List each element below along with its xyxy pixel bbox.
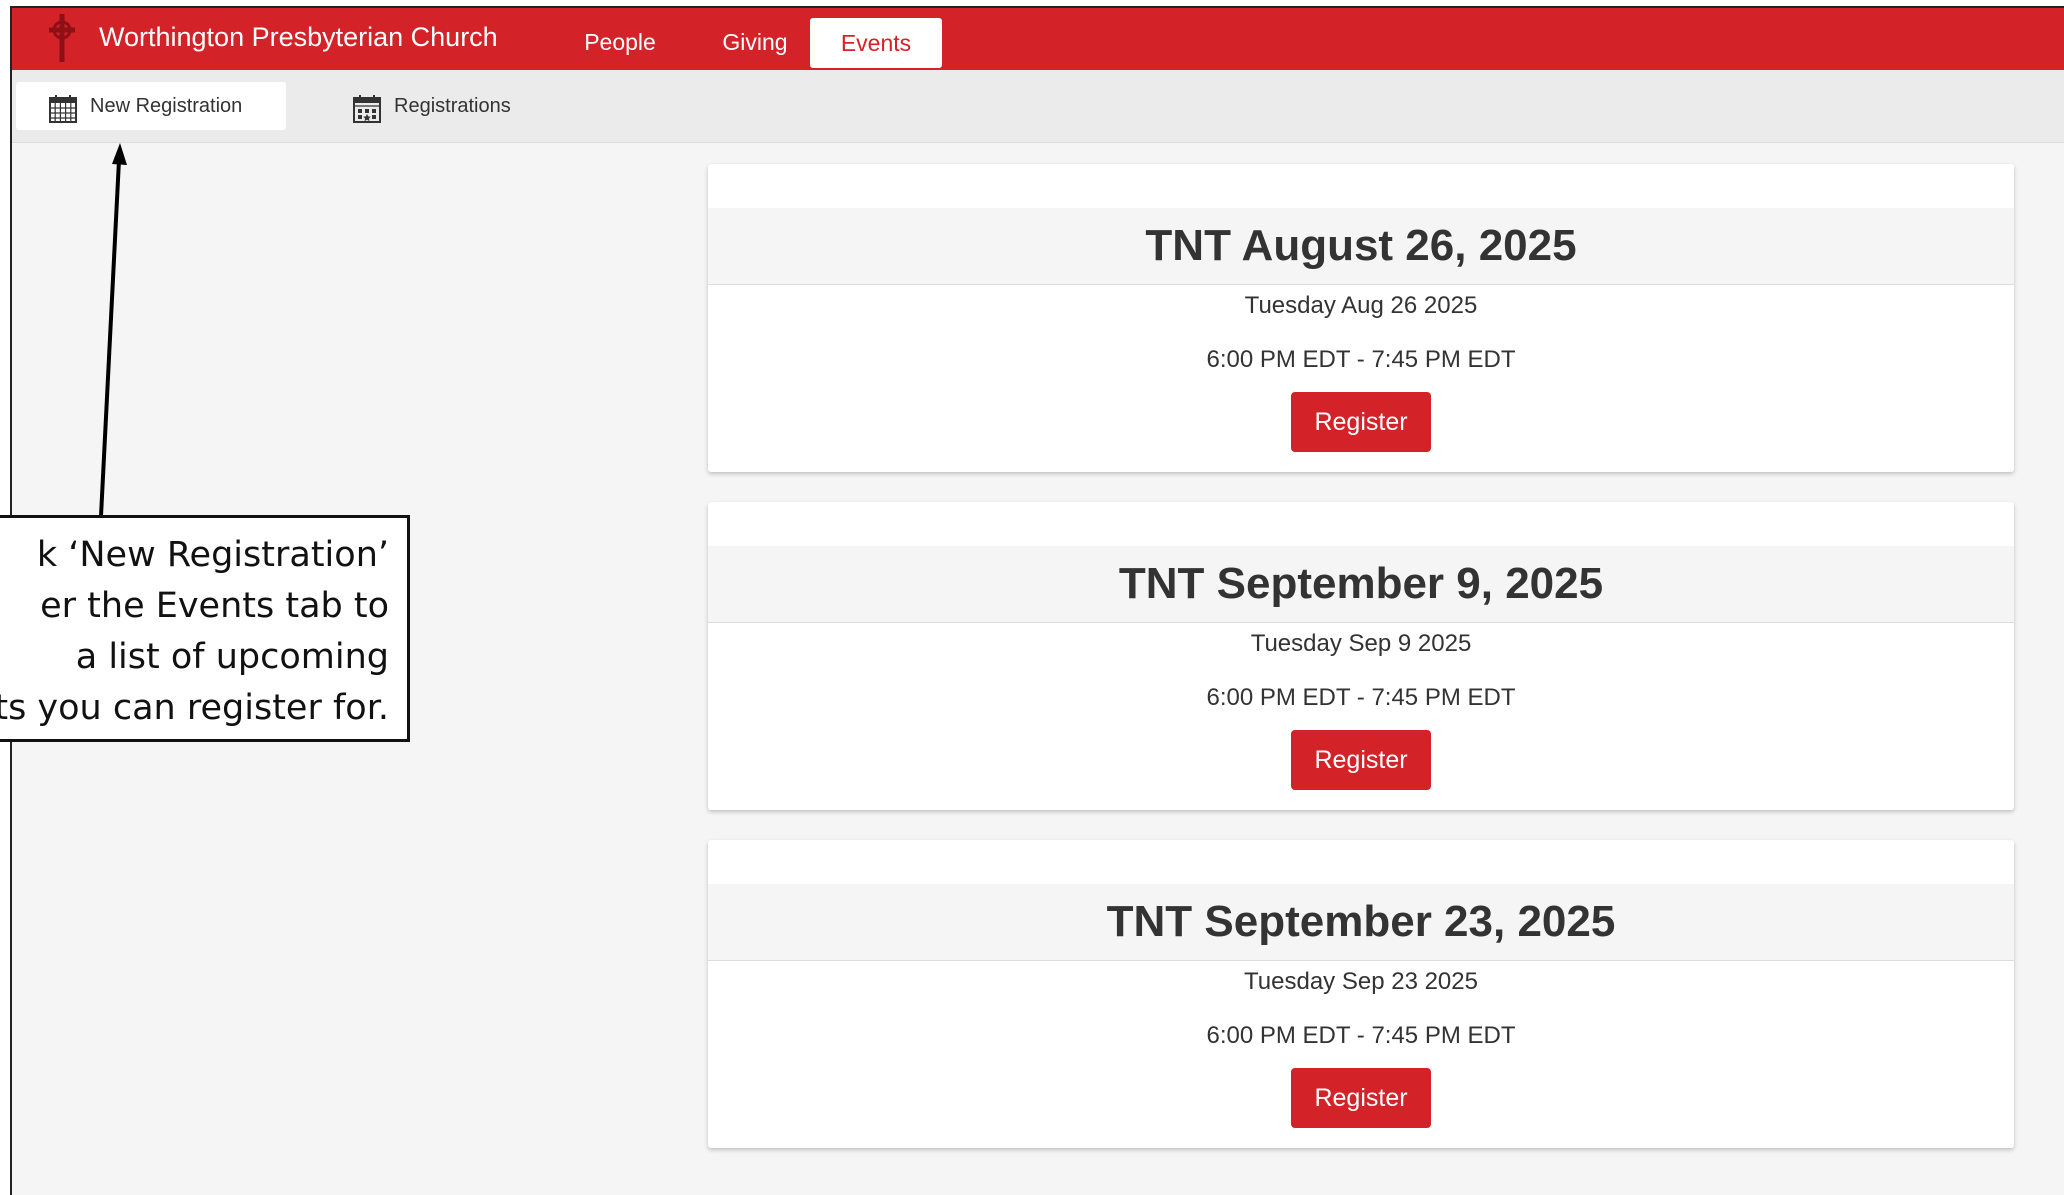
top-navigation-bar: Worthington Presbyterian Church People G… [12, 8, 2064, 70]
subnav-registrations[interactable]: Registrations [332, 82, 582, 130]
subnav-new-registration[interactable]: New Registration [16, 82, 286, 130]
calendar-event-icon [353, 95, 381, 123]
callout-line: ts you can register for. [0, 688, 389, 728]
event-date: Tuesday Sep 9 2025 [1250, 630, 1472, 657]
event-title: TNT September 9, 2025 [1118, 559, 1604, 608]
subnav-label: Registrations [394, 95, 511, 117]
instruction-callout: k ‘New Registration’ er the Events tab t… [0, 515, 410, 742]
callout-line: a list of upcoming [75, 637, 389, 677]
event-card-header: TNT August 26, 2025 [708, 208, 2014, 285]
callout-line: k ‘New Registration’ [36, 535, 389, 575]
event-card-header: TNT September 9, 2025 [708, 546, 2014, 623]
event-time: 6:00 PM EDT - 7:45 PM EDT [1206, 346, 1516, 373]
celtic-cross-icon[interactable] [36, 12, 88, 64]
register-button[interactable]: Register [1291, 392, 1431, 452]
church-name[interactable]: Worthington Presbyterian Church [99, 8, 498, 70]
nav-tab-giving[interactable]: Giving [700, 18, 810, 66]
subnav-label: New Registration [90, 95, 243, 117]
events-subnav: New Registration Registrations [12, 70, 2064, 143]
event-card: TNT September 23, 2025 Tuesday Sep 23 20… [708, 840, 2014, 1148]
event-card: TNT August 26, 2025 Tuesday Aug 26 2025 … [708, 164, 2014, 472]
event-card-header: TNT September 23, 2025 [708, 884, 2014, 961]
event-card: TNT September 9, 2025 Tuesday Sep 9 2025… [708, 502, 2014, 810]
event-time: 6:00 PM EDT - 7:45 PM EDT [1206, 1022, 1516, 1049]
nav-tab-people[interactable]: People [565, 18, 675, 66]
event-title: TNT September 23, 2025 [1106, 897, 1616, 946]
event-date: Tuesday Sep 23 2025 [1244, 968, 1478, 995]
register-button[interactable]: Register [1291, 730, 1431, 790]
calendar-grid-icon [49, 95, 77, 123]
event-date: Tuesday Aug 26 2025 [1244, 292, 1478, 319]
register-button[interactable]: Register [1291, 1068, 1431, 1128]
event-title: TNT August 26, 2025 [1145, 221, 1577, 270]
nav-tab-events[interactable]: Events [810, 18, 942, 68]
event-time: 6:00 PM EDT - 7:45 PM EDT [1206, 684, 1516, 711]
callout-line: er the Events tab to [40, 586, 389, 626]
